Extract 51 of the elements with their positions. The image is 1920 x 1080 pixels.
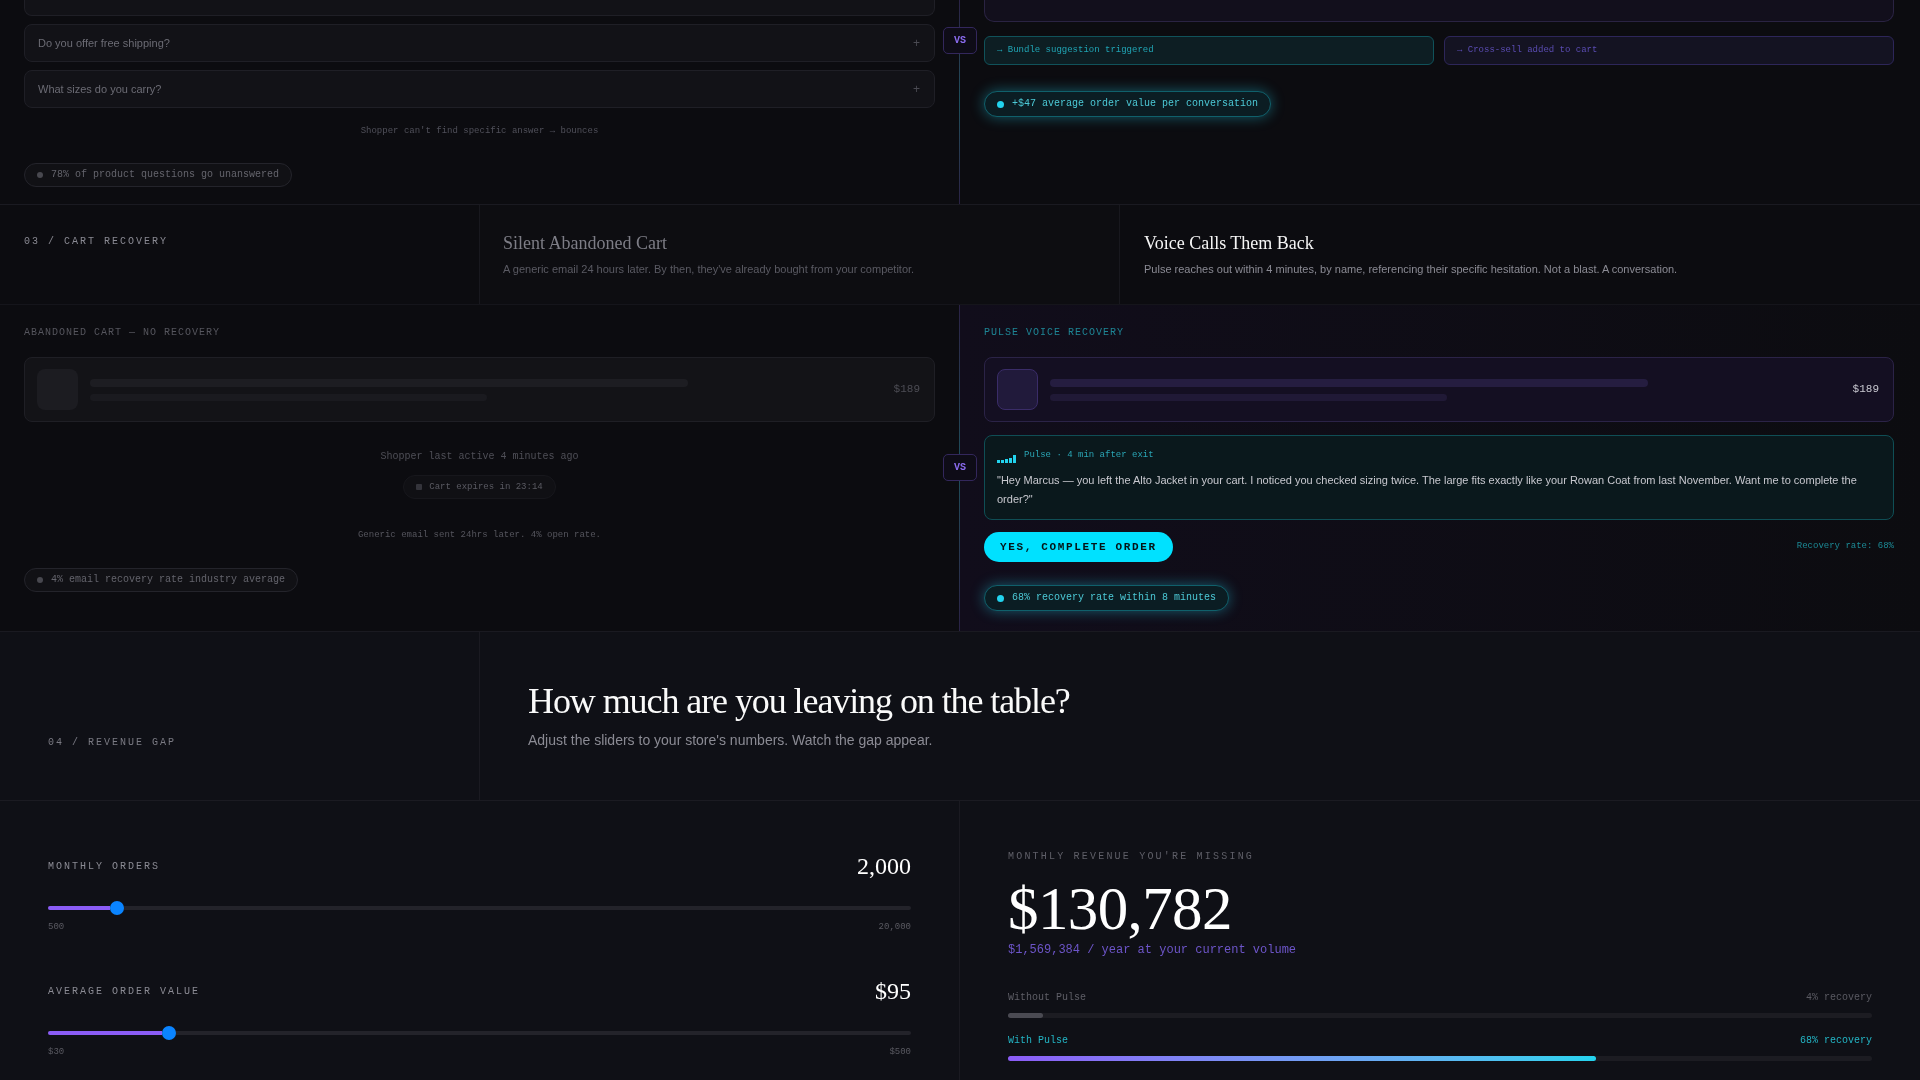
product-thumbnail	[997, 369, 1038, 410]
section-label: 04 / REVENUE GAP	[48, 737, 177, 749]
range-max-label: 20,000	[878, 921, 911, 933]
plus-icon: +	[913, 34, 920, 52]
card-title: Voice Calls Them Back	[1144, 232, 1315, 255]
timer-text: Cart expires in 23:14	[429, 481, 543, 493]
message-text: "Hey Marcus — you left the Alto Jacket in your cart. I noticed you checked sizing twice. The large fits exactly like your Rowan Coat from last November. Want me to complete the order?"	[997, 473, 1858, 507]
slider-label: AVERAGE ORDER VALUE	[48, 984, 201, 999]
result-label: MONTHLY REVENUE YOU'RE MISSING	[1008, 851, 1256, 863]
note-text: Shopper can't find specific answer → bounces	[359, 125, 600, 138]
event-tag: → Bundle suggestion triggered	[984, 36, 1434, 65]
price-text: $189	[1852, 382, 1880, 398]
slider-thumb[interactable]	[110, 901, 125, 915]
range-min-label: 500	[48, 921, 65, 933]
bar-label: Without Pulse	[1008, 991, 1086, 1005]
result-amount: $130,782	[1008, 876, 1233, 942]
stat-text: +$47 average order value per conversation	[1012, 98, 1259, 110]
price-text: $189	[893, 382, 921, 398]
stat-text: 4% email recovery rate industry average	[51, 574, 286, 586]
range-min-label: $30	[48, 1046, 65, 1058]
slider-value: 2,000	[857, 852, 911, 881]
waveform-icon	[997, 455, 1016, 463]
vs-badge: VS	[943, 27, 977, 54]
section-title: How much are you leaving on the table?	[528, 680, 1071, 723]
faq-item[interactable]: Do you offer free shipping? +	[24, 24, 935, 62]
activity-text: Shopper last active 4 minutes ago	[379, 450, 580, 464]
annual-amount: $1,569,384 / year at your current volume	[1008, 942, 1298, 958]
complete-order-button[interactable]: YES, COMPLETE ORDER	[984, 532, 1173, 562]
card-title: Silent Abandoned Cart	[503, 232, 668, 255]
panel-label: ABANDONED CART — NO RECOVERY	[24, 327, 222, 339]
slider-value: $95	[875, 977, 911, 1006]
panel-label: PULSE VOICE RECOVERY	[984, 327, 1126, 339]
bar-reading: 4% recovery	[1806, 991, 1872, 1005]
stat-text: 78% of product questions go unanswered	[51, 169, 280, 181]
slider-thumb[interactable]	[161, 1026, 176, 1040]
bar-label: With Pulse	[1008, 1034, 1068, 1048]
section-subtitle: Adjust the sliders to your store's numbers. Watch the gap appear.	[528, 731, 934, 750]
message-meta: Pulse · 4 min after exit	[1024, 449, 1154, 461]
recovery-rate-text: Recovery rate: 68%	[1796, 540, 1894, 554]
stat-text: 68% recovery rate within 8 minutes	[1012, 592, 1217, 604]
event-tag: → Cross-sell added to cart	[1444, 36, 1894, 65]
bar-reading: 68% recovery	[1800, 1034, 1872, 1048]
card-description: Pulse reaches out within 4 minutes, by name, referencing their specific hesitation. Not a blast. A conversation.	[1144, 262, 1679, 277]
note-text: Generic email sent 24hrs later. 4% open rate.	[356, 529, 602, 541]
slider-label: MONTHLY ORDERS	[48, 859, 160, 874]
section-label: 03 / CART RECOVERY	[24, 236, 170, 248]
vs-badge: VS	[943, 454, 977, 481]
plus-icon: +	[913, 80, 920, 98]
card-description: A generic email 24 hours later. By then, they've already bought from your competitor.	[503, 262, 916, 277]
range-max-label: $500	[889, 1046, 911, 1058]
faq-item[interactable]: What sizes do you carry? +	[24, 70, 935, 108]
